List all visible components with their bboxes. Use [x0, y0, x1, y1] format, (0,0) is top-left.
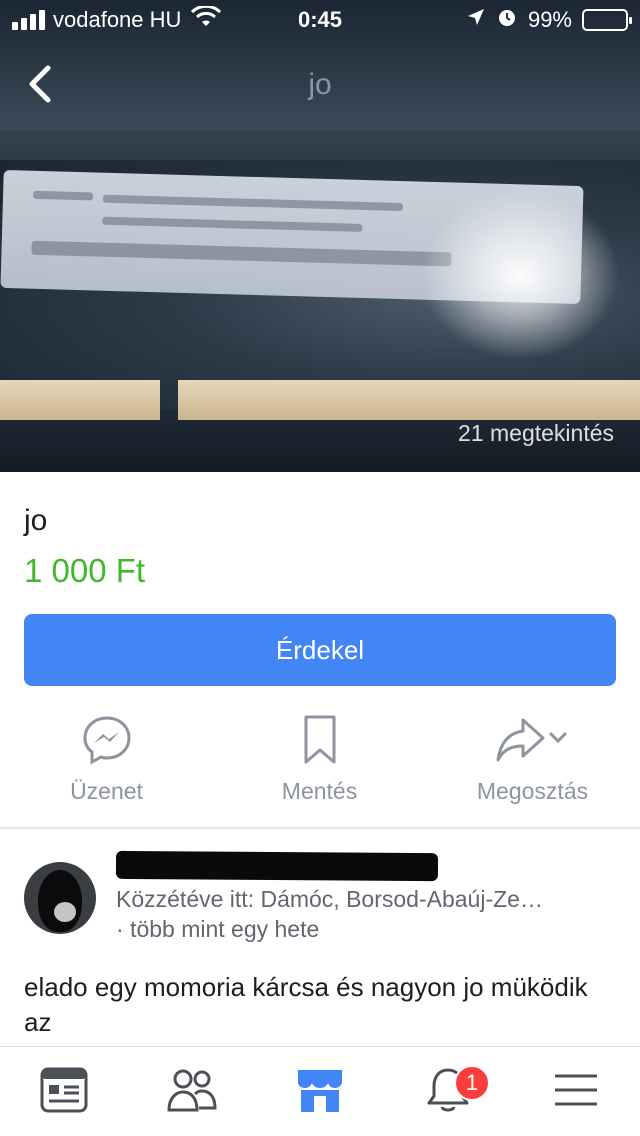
- tab-news-feed[interactable]: [0, 1047, 128, 1136]
- messenger-icon: [81, 710, 133, 770]
- listing-description: elado egy momoria kárcsa és nagyon jo mü…: [24, 972, 588, 1037]
- marketplace-icon: [295, 1066, 345, 1119]
- news-feed-icon: [40, 1067, 88, 1118]
- navigation-bar: jo: [0, 40, 640, 128]
- tab-friends[interactable]: [128, 1047, 256, 1136]
- section-divider: [0, 827, 640, 829]
- photo-contact-strip: [178, 380, 640, 420]
- status-bar: vodafone HU 0:45 99%: [0, 0, 640, 40]
- share-label: Megosztás: [476, 778, 589, 804]
- view-count: 21 megtekintés: [458, 420, 614, 446]
- clock: 0:45: [297, 7, 343, 32]
- tab-marketplace[interactable]: [256, 1047, 384, 1136]
- posted-location: Közzétéve itt: Dámóc, Borsod-Abaúj-Ze…: [116, 886, 543, 912]
- friends-icon: [166, 1068, 218, 1117]
- share-button[interactable]: Megosztás: [426, 710, 639, 828]
- seller-name-redacted[interactable]: [115, 850, 439, 882]
- listing-title: jo: [24, 504, 48, 537]
- message-label: Üzenet: [70, 778, 143, 804]
- action-row: Üzenet Mentés Megosztás: [0, 710, 640, 828]
- listing-price: 1 000 Ft: [24, 552, 146, 589]
- message-button[interactable]: Üzenet: [0, 710, 213, 828]
- seller-avatar[interactable]: [24, 862, 96, 934]
- interested-button[interactable]: Érdekel: [24, 614, 616, 686]
- tab-notifications[interactable]: 1: [384, 1047, 512, 1136]
- notification-badge: 1: [454, 1065, 490, 1101]
- bookmark-icon: [300, 710, 340, 770]
- posted-time: · több mint egy hete: [116, 916, 320, 942]
- share-icon: [495, 710, 571, 770]
- tab-menu[interactable]: [512, 1047, 640, 1136]
- photo-glare: [420, 190, 620, 360]
- page-title: jo: [308, 68, 332, 101]
- menu-icon: [553, 1072, 599, 1113]
- save-button[interactable]: Mentés: [213, 710, 426, 828]
- save-label: Mentés: [281, 778, 358, 804]
- photo-contact-strip: [0, 380, 160, 420]
- battery-icon: [582, 9, 632, 31]
- tab-bar: 1: [0, 1046, 640, 1136]
